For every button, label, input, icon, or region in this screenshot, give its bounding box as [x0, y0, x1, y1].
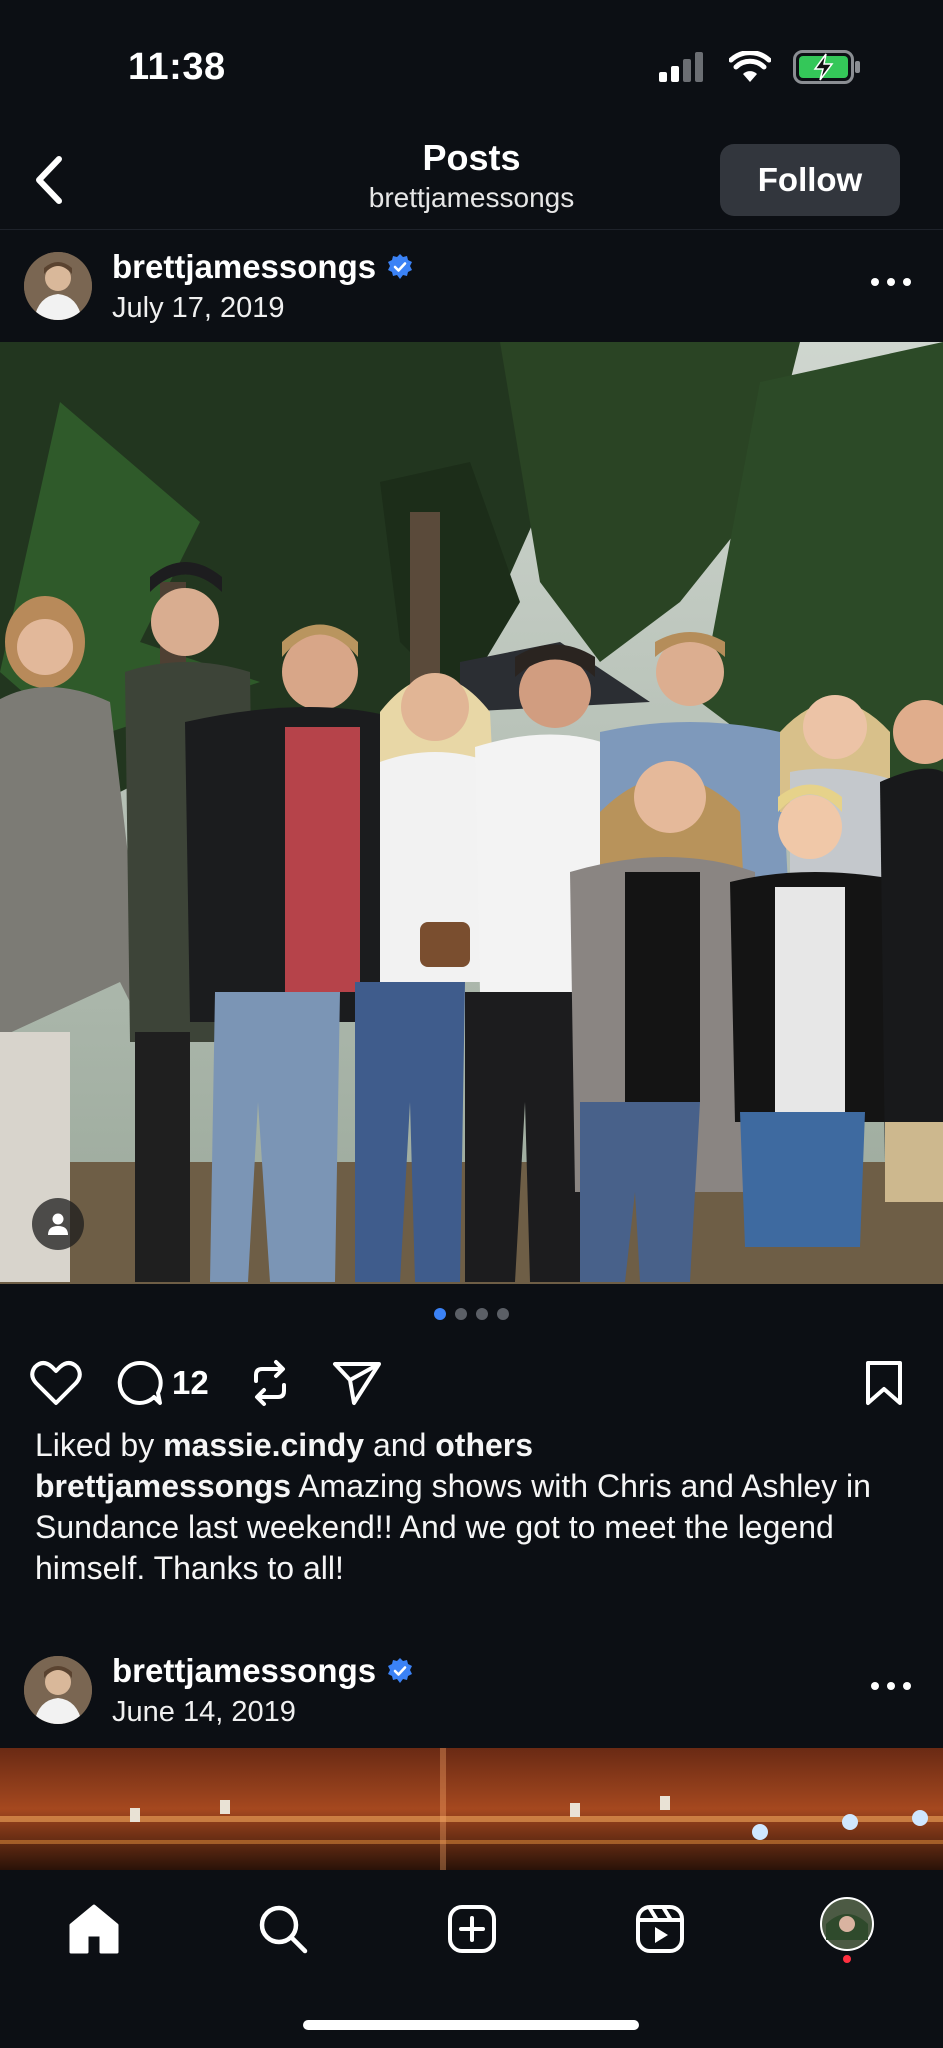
- likes-middle: and: [364, 1427, 436, 1463]
- avatar[interactable]: [24, 1656, 92, 1724]
- profile-avatar-icon: [820, 1897, 874, 1963]
- post-author[interactable]: brettjamessongs: [112, 1652, 414, 1690]
- caption-text: brettjamessongs Amazing shows with Chris…: [35, 1466, 915, 1589]
- carousel-indicator: [0, 1308, 943, 1320]
- status-icons: [659, 50, 861, 84]
- likes-prefix: Liked by: [35, 1427, 164, 1463]
- heart-icon: [30, 1361, 82, 1405]
- tab-create[interactable]: [437, 1894, 507, 1964]
- home-icon: [69, 1904, 119, 1954]
- post-photo[interactable]: [0, 342, 943, 1284]
- send-icon: [333, 1362, 381, 1405]
- create-icon: [448, 1905, 496, 1953]
- wifi-icon: [729, 51, 771, 82]
- tab-reels[interactable]: [625, 1894, 695, 1964]
- post-date: July 17, 2019: [112, 292, 285, 324]
- post-header: brettjamessongs July 17, 2019: [0, 230, 943, 340]
- post-username[interactable]: brettjamessongs: [112, 248, 376, 286]
- carousel-dot: [434, 1308, 446, 1320]
- cellular-signal-icon: [659, 52, 703, 82]
- avatar[interactable]: [24, 252, 92, 320]
- post-caption-block: Liked by massie.cindy and others brettja…: [35, 1425, 915, 1589]
- like-button[interactable]: [30, 1348, 82, 1418]
- tab-search[interactable]: [248, 1894, 318, 1964]
- tab-home[interactable]: [59, 1894, 129, 1964]
- bottom-tab-bar: [0, 1870, 943, 2048]
- follow-button[interactable]: Follow: [720, 144, 900, 216]
- verified-badge-icon: [388, 1658, 413, 1683]
- verified-badge-icon: [388, 254, 413, 279]
- home-indicator: [303, 2020, 639, 2030]
- post-author[interactable]: brettjamessongs: [112, 248, 414, 286]
- tag-people-button[interactable]: [32, 1198, 84, 1250]
- more-icon[interactable]: [869, 1678, 913, 1694]
- carousel-dot: [497, 1308, 509, 1320]
- repost-icon: [254, 1360, 286, 1406]
- post-header: brettjamessongs June 14, 2019: [0, 1634, 943, 1744]
- carousel-dot: [455, 1308, 467, 1320]
- likes-line: Liked by massie.cindy and others: [35, 1425, 915, 1466]
- repost-button[interactable]: [246, 1348, 294, 1418]
- comment-count: 12: [172, 1364, 209, 1401]
- more-icon[interactable]: [869, 274, 913, 290]
- reels-icon: [636, 1905, 684, 1953]
- bookmark-icon: [866, 1361, 902, 1405]
- search-icon: [259, 1905, 308, 1954]
- post-photo[interactable]: [0, 1748, 943, 1870]
- carousel-dot: [476, 1308, 488, 1320]
- caption-username[interactable]: brettjamessongs: [35, 1468, 291, 1504]
- status-time: 11:38: [128, 46, 226, 88]
- comment-icon: [117, 1360, 163, 1405]
- status-bar: 11:38: [0, 0, 943, 130]
- top-navigation: Posts brettjamessongs Follow: [0, 130, 943, 230]
- tab-profile[interactable]: [812, 1894, 882, 1964]
- likes-others[interactable]: others: [435, 1427, 533, 1463]
- post-actions: 12: [0, 1348, 943, 1418]
- battery-charging-icon: [793, 50, 860, 84]
- post-date: June 14, 2019: [112, 1696, 296, 1728]
- save-button[interactable]: [864, 1348, 904, 1418]
- comment-button[interactable]: 12: [116, 1348, 209, 1418]
- post-username[interactable]: brettjamessongs: [112, 1652, 376, 1690]
- liked-by-user[interactable]: massie.cindy: [163, 1427, 364, 1463]
- person-tag-icon: [48, 1213, 68, 1235]
- share-button[interactable]: [332, 1348, 382, 1418]
